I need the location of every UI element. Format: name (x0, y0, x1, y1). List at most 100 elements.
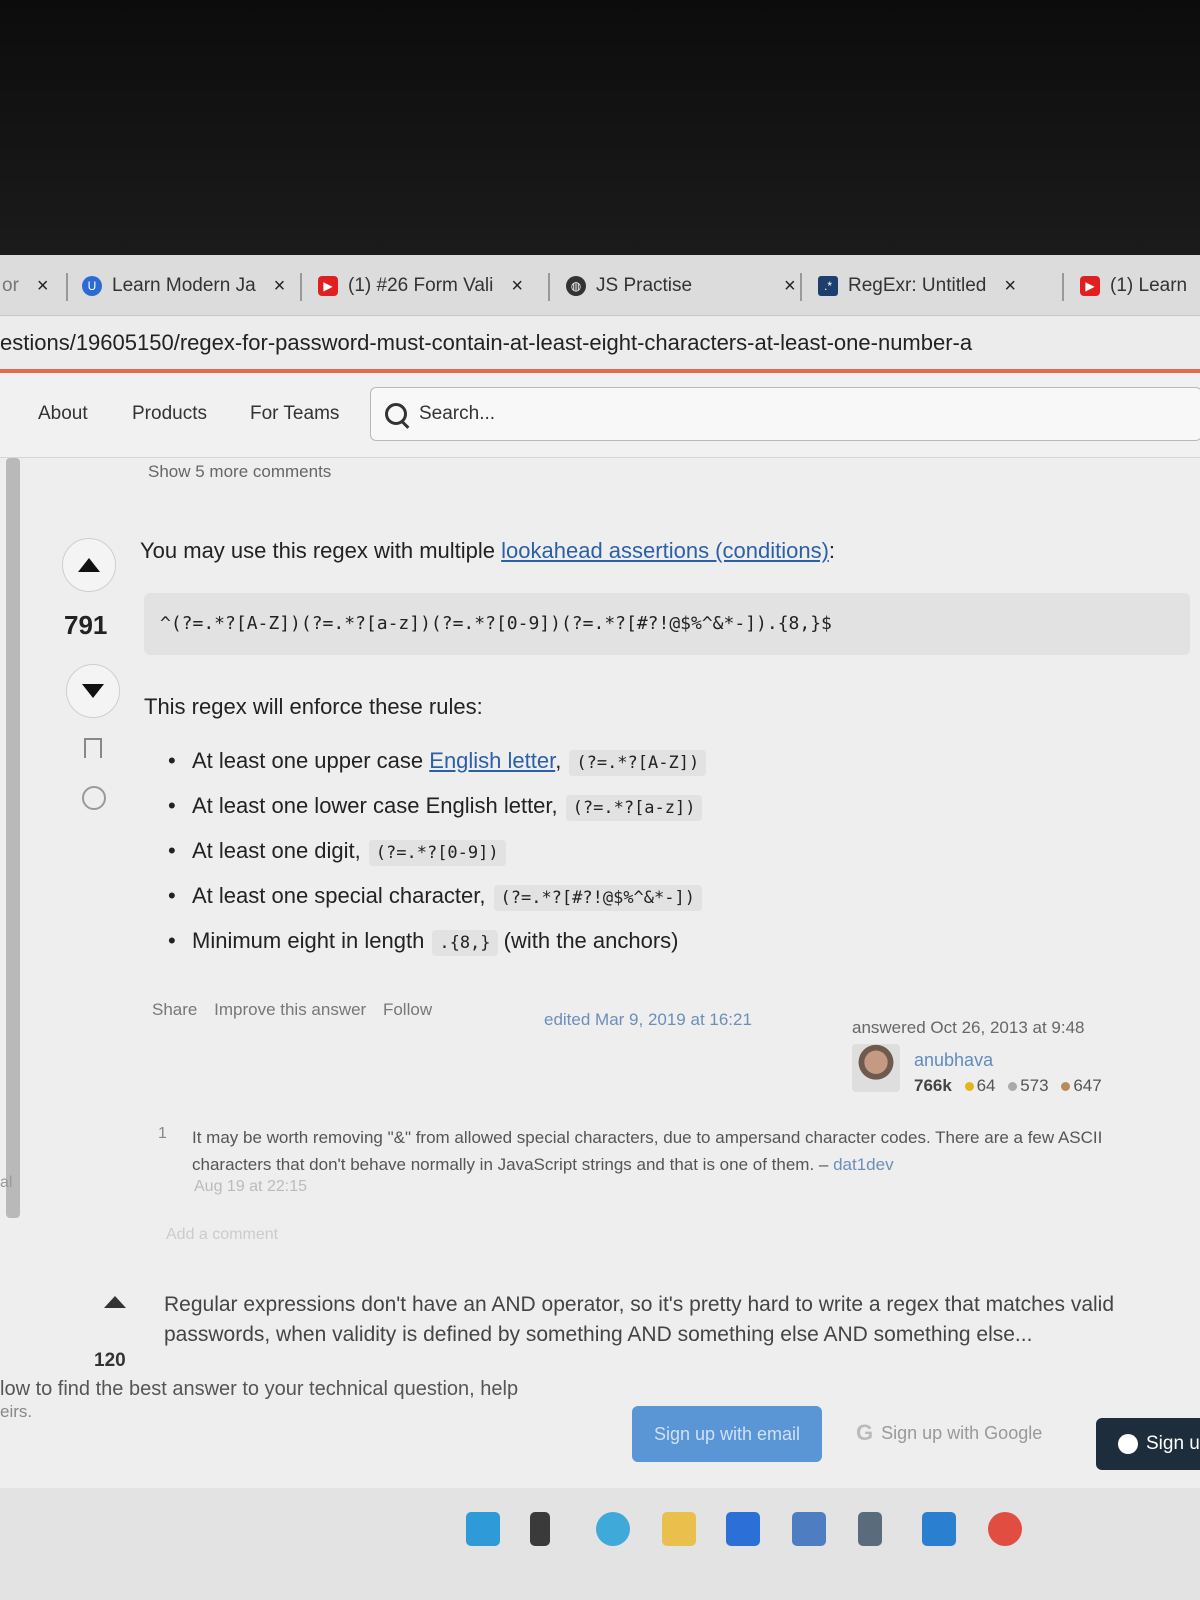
search-input[interactable] (417, 402, 1121, 426)
comment-text: It may be worth removing "&" from allowe… (192, 1124, 1142, 1178)
search-icon (385, 403, 407, 425)
rule-text: Minimum eight in length (192, 928, 425, 953)
site-nav: About Products For Teams (0, 373, 1200, 458)
list-item: Minimum eight in length .{8,} (with the a… (168, 922, 706, 967)
user-name-link[interactable]: anubhava (914, 1050, 993, 1071)
edge-icon[interactable] (596, 1512, 630, 1546)
gold-badge-icon (964, 1082, 974, 1091)
bookmark-icon[interactable] (84, 738, 102, 758)
rule-code: (?=.*?[A-Z]) (569, 750, 707, 776)
tab-js-practise[interactable]: ◍ JS Practise × (566, 269, 796, 303)
regex-code-block: ^(?=.*?[A-Z])(?=.*?[a-z])(?=.*?[0-9])(?=… (144, 593, 1190, 655)
close-icon[interactable]: × (37, 275, 49, 298)
gold-badges: 64 (976, 1076, 996, 1095)
share-link[interactable]: Share (152, 1000, 197, 1019)
nav-for-teams[interactable]: For Teams (250, 403, 339, 425)
github-icon (1118, 1434, 1138, 1454)
rule-after: (with the anchors) (497, 928, 679, 953)
bronze-badge-icon (1061, 1082, 1071, 1091)
signup-google-button[interactable]: G Sign up with Google (856, 1420, 1042, 1446)
comment-date: Aug 19 at 22:15 (194, 1178, 307, 1195)
address-bar[interactable]: estions/19605150/regex-for-password-must… (0, 317, 1200, 369)
signup-github-label: Sign u (1146, 1433, 1200, 1454)
rule-code: (?=.*?[a-z]) (565, 795, 703, 821)
answer-intro: You may use this regex with multiple loo… (140, 538, 835, 564)
regexr-icon: .* (818, 276, 838, 296)
tab-learn-modern[interactable]: U Learn Modern Ja × (82, 269, 285, 303)
signup-banner-text2: eirs. (0, 1402, 33, 1421)
tab-bar: or × U Learn Modern Ja × ▶ (1) #26 Form … (0, 255, 1200, 316)
bronze-badges: 647 (1073, 1076, 1102, 1095)
vscode-icon[interactable] (922, 1512, 956, 1546)
rule-text: At least one special character, (192, 883, 486, 908)
rule-text: At least one lower case English letter, (192, 793, 558, 818)
tab-regexr[interactable]: .* RegExr: Untitled × (818, 269, 1016, 303)
upvote-button[interactable] (62, 538, 116, 592)
close-icon[interactable]: × (274, 275, 286, 298)
rule-code: (?=.*?[0-9]) (368, 840, 506, 866)
avatar[interactable] (852, 1044, 900, 1092)
search-box[interactable] (370, 387, 1200, 441)
post-actions: Share Improve this answer Follow (152, 1000, 444, 1020)
rules-list: At least one upper case English letter,(… (168, 742, 707, 967)
lookahead-link[interactable]: lookahead assertions (conditions) (501, 538, 829, 563)
tab-separator (548, 273, 550, 301)
intro-end: : (828, 538, 836, 563)
taskbar (0, 1488, 1200, 1600)
nav-products[interactable]: Products (132, 403, 207, 425)
downvote-button[interactable] (66, 664, 120, 718)
question-content: Show 5 more comments 791 You may use thi… (0, 458, 1200, 1600)
chrome-icon[interactable] (988, 1512, 1022, 1546)
tab-label: JS Practise (596, 275, 693, 296)
close-icon[interactable]: × (1004, 275, 1016, 298)
tab-separator (66, 273, 68, 301)
list-item: At least one lower case English letter, (… (168, 787, 706, 832)
reputation-score: 766k (914, 1076, 952, 1095)
user-reputation: 766k 64 573 647 (914, 1076, 1102, 1096)
tab-form-validation[interactable]: ▶ (1) #26 Form Vali × (318, 269, 523, 303)
tab-learn[interactable]: ▶ (1) Learn (1080, 269, 1187, 303)
arrow-up-icon (78, 558, 100, 572)
tab-label: (1) #26 Form Vali (348, 275, 494, 296)
signup-github-button[interactable]: Sign u (1096, 1418, 1200, 1470)
tab-separator (300, 273, 302, 301)
dark-background (0, 0, 1200, 255)
follow-link[interactable]: Follow (383, 1000, 432, 1019)
show-more-comments-link[interactable]: Show 5 more comments (148, 462, 331, 482)
tab-separator (800, 273, 802, 301)
list-item: At least one digit, (?=.*?[0-9]) (168, 832, 706, 877)
tab-0[interactable]: or × (2, 269, 49, 303)
comment-score: 1 (158, 1125, 167, 1142)
store-icon[interactable] (726, 1512, 760, 1546)
history-icon[interactable] (82, 786, 106, 810)
comment-user-link[interactable]: dat1dev (833, 1155, 894, 1174)
list-item: At least one upper case English letter, (… (168, 742, 707, 787)
second-upvote-button[interactable] (104, 1296, 126, 1308)
nav-about[interactable]: About (38, 403, 88, 425)
rule-text: At least one digit, (192, 838, 361, 863)
silver-badges: 573 (1020, 1076, 1049, 1095)
tab-separator (1062, 273, 1064, 301)
edited-link[interactable]: edited Mar 9, 2019 at 16:21 (544, 1010, 752, 1030)
comment-body: It may be worth removing "&" from allowe… (192, 1128, 1103, 1174)
file-explorer-icon[interactable] (662, 1512, 696, 1546)
browser-window: or × U Learn Modern Ja × ▶ (1) #26 Form … (0, 255, 1200, 1600)
calculator-icon[interactable] (858, 1512, 882, 1546)
globe-icon: ◍ (566, 276, 586, 296)
signup-email-button[interactable]: Sign up with email (632, 1406, 822, 1462)
windows-start-icon[interactable] (466, 1512, 500, 1546)
second-answer-score: 120 (94, 1350, 126, 1371)
close-icon[interactable]: × (784, 275, 796, 298)
close-icon[interactable]: × (511, 275, 523, 298)
tab-label: RegExr: Untitled (848, 275, 987, 296)
english-letter-link[interactable]: English letter (429, 748, 555, 773)
rule-text: At least one upper case (192, 748, 430, 773)
add-comment-link[interactable]: Add a comment (166, 1226, 278, 1244)
improve-answer-link[interactable]: Improve this answer (214, 1000, 366, 1019)
list-item: At least one special character, (?=.*?[#?… (168, 877, 706, 922)
second-answer-text: Regular expressions don't have an AND op… (164, 1293, 1115, 1346)
vpn-icon[interactable] (792, 1512, 826, 1546)
tab-label: or (2, 275, 19, 296)
widgets-icon[interactable] (530, 1512, 550, 1546)
tab-label: (1) Learn (1110, 275, 1188, 296)
